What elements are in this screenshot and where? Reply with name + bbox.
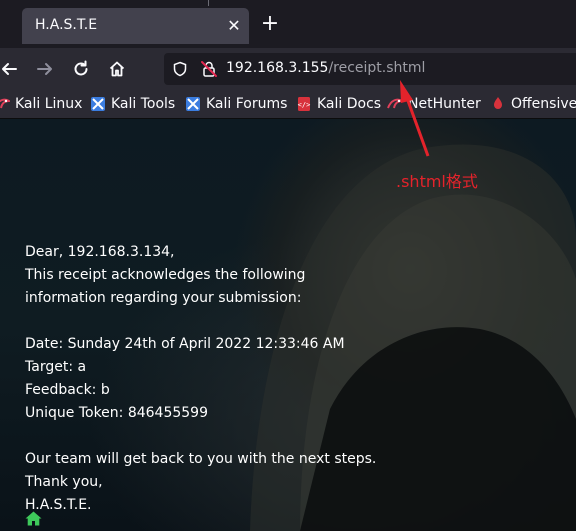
home-icon [109, 61, 125, 77]
bookmark-label: NetHunter [408, 96, 481, 112]
forward-button[interactable] [32, 56, 58, 82]
receipt-text: Dear, 192.168.3.134, This receipt acknow… [25, 241, 376, 517]
back-arrow-icon [2, 63, 17, 75]
receipt-target: Target: a [25, 359, 87, 375]
svg-text:</>: </> [298, 101, 311, 109]
shield-icon[interactable] [172, 61, 188, 77]
bookmark-nethunter[interactable]: NetHunter [387, 94, 481, 114]
receipt-token: Unique Token: 846455599 [25, 405, 208, 421]
back-button[interactable] [0, 56, 22, 82]
receipt-thanks: Thank you, [25, 474, 103, 490]
bookmark-label: Offensive Security [511, 96, 576, 112]
home-link-icon[interactable] [25, 511, 42, 526]
bookmark-kali-linux[interactable]: Kali Linux [0, 94, 82, 114]
nethunter-icon [387, 98, 403, 109]
url-path: /receipt.shtml [328, 60, 426, 76]
url-bar[interactable]: 192.168.3.155/receipt.shtml [164, 53, 576, 85]
home-button[interactable] [104, 56, 130, 82]
bookmark-label: Kali Forums [206, 96, 288, 112]
nav-toolbar: 192.168.3.155/receipt.shtml [0, 48, 576, 90]
tab-separator [208, 0, 209, 6]
bookmark-label: Kali Tools [111, 96, 176, 112]
forward-arrow-icon [37, 63, 52, 75]
bookmarks-bar: Kali Linux Kali Tools Kali Forums </> Ka… [0, 90, 576, 119]
new-tab-button[interactable]: + [258, 12, 282, 36]
bookmark-label: Kali Linux [15, 96, 83, 112]
receipt-date: Date: Sunday 24th of April 2022 12:33:46… [25, 336, 345, 352]
url-host: 192.168.3.155 [226, 60, 329, 76]
bookmark-kali-tools[interactable]: Kali Tools [90, 94, 175, 114]
offsec-icon [494, 97, 502, 109]
url-text[interactable]: 192.168.3.155/receipt.shtml [226, 60, 425, 76]
kali-tools-icon [91, 97, 105, 111]
receipt-intro-line1: This receipt acknowledges the following [25, 267, 306, 283]
receipt-followup: Our team will get back to you with the n… [25, 451, 377, 467]
receipt-signature: H.A.S.T.E. [25, 497, 92, 513]
kali-dragon-icon [0, 98, 10, 109]
tab-strip: H.A.S.T.E ✕ + [0, 0, 576, 48]
page-content: Dear, 192.168.3.134, This receipt acknow… [0, 119, 576, 531]
bookmark-kali-docs[interactable]: </> Kali Docs [296, 94, 381, 114]
tab-title: H.A.S.T.E [35, 17, 98, 33]
annotation-label: .shtml格式 [396, 172, 478, 191]
kali-docs-icon: </> [298, 97, 311, 111]
bookmark-kali-forums[interactable]: Kali Forums [185, 94, 287, 114]
receipt-feedback: Feedback: b [25, 382, 110, 398]
reload-icon [74, 60, 88, 76]
bookmark-label: Kali Docs [317, 96, 382, 112]
kali-forums-icon [186, 97, 200, 111]
close-tab-icon[interactable]: ✕ [225, 17, 243, 35]
receipt-greeting: Dear, 192.168.3.134, [25, 244, 175, 260]
bookmark-offensive-security[interactable]: Offensive Security [490, 94, 576, 114]
tab-active[interactable]: H.A.S.T.E ✕ [22, 8, 249, 44]
reload-button[interactable] [68, 56, 94, 82]
receipt-intro-line2: information regarding your submission: [25, 290, 302, 306]
insecure-lock-icon[interactable] [200, 60, 218, 78]
